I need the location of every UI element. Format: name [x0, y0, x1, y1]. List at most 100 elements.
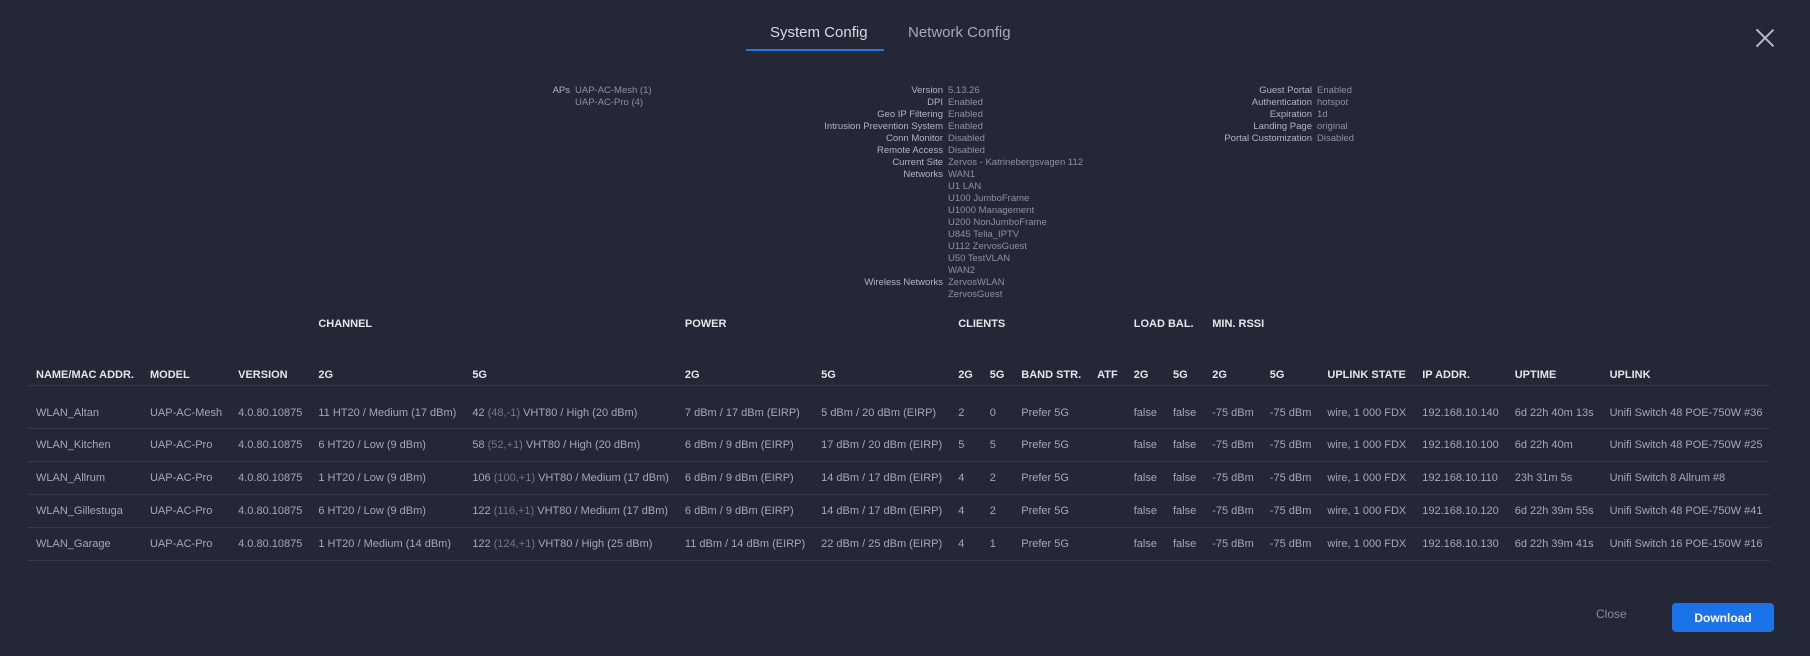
- info-row: Remote Access Disabled: [790, 145, 1083, 157]
- info-value: ZervosWLAN: [948, 277, 1005, 288]
- info-value: ZervosGuest: [948, 289, 1003, 300]
- channel-5g-details: VHT80 / High (20 dBm): [523, 407, 638, 419]
- info-value: U1000 Management: [948, 205, 1035, 216]
- cell-cl5g: 2: [981, 461, 1014, 495]
- channel-5g-number: 106: [472, 472, 491, 484]
- column-header: BAND STR.: [1013, 348, 1090, 386]
- cell-cl2g: 2: [950, 385, 982, 429]
- info-value: U845 Telia_IPTV: [948, 229, 1020, 240]
- cell-model: UAP-AC-Pro: [141, 527, 231, 561]
- channel-5g-details: VHT80 / Medium (17 dBm): [537, 505, 669, 517]
- cell-cl2g: 4: [950, 461, 982, 495]
- cell-ip: 192.168.10.110: [1414, 461, 1507, 495]
- column-header: 2G: [950, 348, 982, 386]
- info-value: Disabled: [1317, 133, 1354, 144]
- info-key: Expiration: [1269, 109, 1312, 120]
- info-key: DPI: [927, 97, 943, 108]
- cell-cl5g: 1: [981, 527, 1014, 561]
- info-key: [790, 193, 948, 205]
- channel-5g-details: VHT80 / High (25 dBm): [538, 538, 653, 550]
- cell-ch5g: 42 (48,-1) VHT80 / High (20 dBm): [464, 385, 677, 429]
- info-row: U845 Telia_IPTV: [790, 229, 1083, 241]
- column-header: 5G: [464, 348, 677, 386]
- table-row[interactable]: WLAN_Allrum UAP-AC-Pro 4.0.80.10875 1 HT20 …: [28, 461, 1771, 495]
- cell-version: 4.0.80.10875: [230, 494, 311, 528]
- cell-band: Prefer 5G: [1013, 461, 1090, 495]
- table-row[interactable]: WLAN_Garage UAP-AC-Pro 4.0.80.10875 1 HT20 …: [28, 527, 1771, 561]
- info-value: UAP-AC-Mesh (1): [575, 85, 652, 96]
- tab-system-config[interactable]: System Config: [770, 24, 868, 41]
- devices-table: CHANNEL POWER CLIENTS LOAD BAL. MIN. RSS…: [28, 318, 1771, 561]
- info-value: UAP-AC-Pro (4): [575, 97, 644, 108]
- info-value: WAN1: [948, 169, 976, 180]
- cell-ch2g: 11 HT20 / Medium (17 dBm): [310, 385, 465, 429]
- info-row: Intrusion Prevention System Enabled: [790, 121, 1083, 133]
- close-button[interactable]: Close: [1590, 606, 1633, 622]
- cell-uplink-state: wire, 1 000 FDX: [1319, 461, 1415, 495]
- tab-network-config[interactable]: Network Config: [908, 24, 1011, 41]
- info-row: Current Site Zervos - Katrinebergsvagen 1…: [790, 157, 1083, 169]
- info-value: U100 JumboFrame: [948, 193, 1030, 204]
- info-key: Intrusion Prevention System: [824, 121, 943, 132]
- cell-band: Prefer 5G: [1013, 385, 1090, 429]
- group-header-min-rssi: MIN. RSSI: [1212, 318, 1265, 330]
- cell-version: 4.0.80.10875: [230, 527, 311, 561]
- info-key: [790, 205, 948, 217]
- info-row: U112 ZervosGuest: [790, 241, 1083, 253]
- info-value: Enabled: [948, 121, 983, 132]
- info-key: Guest Portal: [1259, 85, 1312, 96]
- info-row: UAP-AC-Pro (4): [520, 97, 652, 109]
- info-value: Enabled: [948, 97, 983, 108]
- cell-lb2g: false: [1125, 527, 1165, 561]
- group-header-load-bal: LOAD BAL.: [1133, 318, 1194, 330]
- channel-5g-number: 58: [472, 439, 485, 451]
- cell-pw2g: 6 dBm / 9 dBm (EIRP): [676, 494, 814, 528]
- info-key: Networks: [903, 169, 943, 180]
- info-value: U1 LAN: [948, 181, 982, 192]
- download-button[interactable]: Download: [1672, 603, 1774, 632]
- cell-ch5g: 122 (116,+1) VHT80 / Medium (17 dBm): [464, 494, 677, 528]
- cell-name: WLAN_Kitchen: [28, 428, 142, 462]
- table-row[interactable]: WLAN_Altan UAP-AC-Mesh 4.0.80.10875 11 HT20…: [28, 385, 1771, 429]
- info-block-aps: APs UAP-AC-Mesh (1) UAP-AC-Pro (4): [520, 85, 652, 109]
- info-value: Zervos - Katrinebergsvagen 112: [948, 157, 1084, 168]
- cell-ch5g: 122 (124,+1) VHT80 / High (25 dBm): [464, 527, 677, 561]
- cell-lb2g: false: [1125, 461, 1165, 495]
- table-row[interactable]: WLAN_Kitchen UAP-AC-Pro 4.0.80.10875 6 HT20…: [28, 428, 1771, 462]
- column-header: IP ADDR.: [1414, 348, 1507, 386]
- info-key: Version: [911, 85, 943, 96]
- cell-atf: [1089, 428, 1126, 462]
- group-header-channel: CHANNEL: [318, 318, 373, 330]
- cell-ch2g: 6 HT20 / Low (9 dBm): [310, 494, 465, 528]
- channel-5g-details: VHT80 / Medium (17 dBm): [538, 472, 669, 484]
- info-key: APs: [552, 85, 570, 96]
- cell-version: 4.0.80.10875: [230, 385, 311, 429]
- cell-cl5g: 2: [981, 494, 1014, 528]
- info-key: [790, 253, 948, 265]
- cell-ch2g: 1 HT20 / Low (9 dBm): [310, 461, 465, 495]
- cell-cl2g: 4: [950, 494, 982, 528]
- cell-cl5g: 5: [981, 428, 1014, 462]
- info-value: Disabled: [948, 145, 985, 156]
- info-row: U200 NonJumboFrame: [790, 217, 1083, 229]
- info-key: Authentication: [1251, 97, 1312, 108]
- cell-uplink-state: wire, 1 000 FDX: [1319, 494, 1415, 528]
- info-row: WAN2: [790, 265, 1083, 277]
- cell-atf: [1089, 494, 1126, 528]
- cell-pw5g: 17 dBm / 20 dBm (EIRP): [813, 428, 951, 462]
- channel-5g-extension: (48,-1): [487, 407, 521, 419]
- cell-ch2g: 6 HT20 / Low (9 dBm): [310, 428, 465, 462]
- cell-uptime: 6d 22h 40m 13s: [1506, 385, 1602, 429]
- cell-atf: [1089, 527, 1126, 561]
- cell-model: UAP-AC-Pro: [141, 428, 231, 462]
- info-key: [790, 181, 948, 193]
- cell-name: WLAN_Garage: [28, 527, 142, 561]
- info-row: DPI Enabled: [790, 97, 1083, 109]
- close-icon[interactable]: [1755, 28, 1775, 48]
- cell-pw5g: 22 dBm / 25 dBm (EIRP): [813, 527, 951, 561]
- info-key: [520, 97, 575, 109]
- cell-pw2g: 6 dBm / 9 dBm (EIRP): [676, 428, 814, 462]
- cell-pw5g: 14 dBm / 17 dBm (EIRP): [813, 461, 951, 495]
- cell-ip: 192.168.10.130: [1414, 527, 1507, 561]
- table-row[interactable]: WLAN_Gillestuga UAP-AC-Pro 4.0.80.10875 6 H…: [28, 494, 1771, 528]
